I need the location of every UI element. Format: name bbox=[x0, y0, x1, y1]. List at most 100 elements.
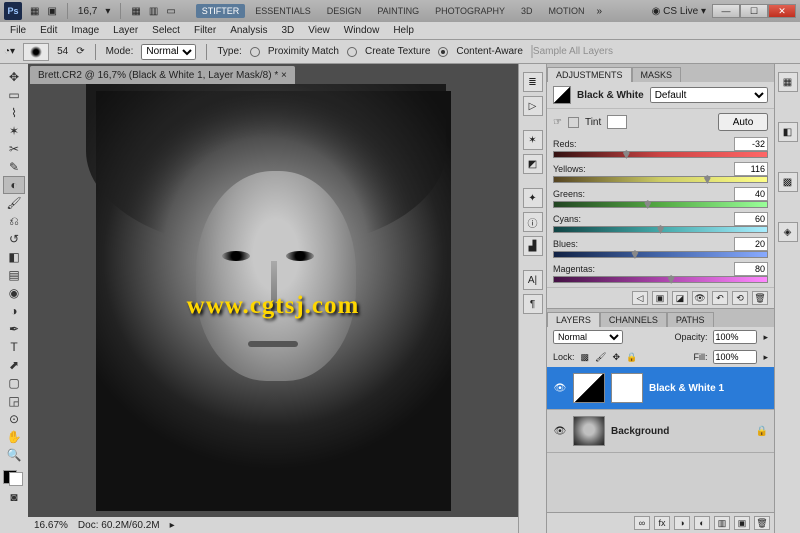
preset-select[interactable]: Default bbox=[650, 87, 768, 103]
zoom-level-field[interactable]: 16,7 bbox=[78, 6, 97, 17]
slider-value-input[interactable] bbox=[734, 162, 768, 176]
slider-track[interactable] bbox=[553, 176, 768, 183]
quick-mask-icon[interactable]: ◙ bbox=[3, 488, 25, 506]
character-panel-icon[interactable]: A| bbox=[523, 270, 543, 290]
move-tool[interactable]: ✥ bbox=[3, 68, 25, 86]
visibility-toggle-icon[interactable]: 👁 bbox=[553, 381, 567, 395]
fill-input[interactable] bbox=[713, 350, 757, 364]
workspace-tab-essentials[interactable]: ESSENTIALS bbox=[249, 4, 317, 18]
layer-style-icon[interactable]: fx bbox=[654, 516, 670, 530]
return-to-list-icon[interactable]: ◁ bbox=[632, 291, 648, 305]
brush-preset-picker[interactable] bbox=[23, 43, 49, 61]
menu-filter[interactable]: Filter bbox=[188, 23, 222, 38]
workspace-more-icon[interactable]: » bbox=[597, 6, 603, 17]
opacity-input[interactable] bbox=[713, 330, 757, 344]
3d-tool[interactable]: ◲ bbox=[3, 392, 25, 410]
brush-tool[interactable]: 🖌 bbox=[3, 194, 25, 212]
color-swatches[interactable] bbox=[3, 466, 25, 488]
lock-pixels-icon[interactable]: 🖌 bbox=[595, 352, 606, 363]
layer-row[interactable]: 👁 Black & White 1 bbox=[547, 367, 774, 410]
clip-to-layer-icon[interactable]: ◪ bbox=[672, 291, 688, 305]
menu-view[interactable]: View bbox=[302, 23, 336, 38]
quick-select-tool[interactable]: ✶ bbox=[3, 122, 25, 140]
zoom-status[interactable]: 16.67% bbox=[34, 520, 68, 531]
gradient-tool[interactable]: ▤ bbox=[3, 266, 25, 284]
targeted-adjust-icon[interactable]: ☞ bbox=[553, 117, 562, 128]
minimize-button[interactable]: — bbox=[712, 4, 740, 18]
slider-track[interactable] bbox=[553, 201, 768, 208]
create-texture-radio[interactable] bbox=[347, 47, 357, 57]
arrange-icon[interactable]: ▥ bbox=[149, 6, 158, 17]
slider-value-input[interactable] bbox=[734, 212, 768, 226]
lock-transparency-icon[interactable]: ▩ bbox=[581, 352, 590, 363]
layer-mask-icon[interactable]: ◑ bbox=[674, 516, 690, 530]
slider-handle[interactable] bbox=[644, 200, 651, 209]
styles-panel-icon[interactable]: ◈ bbox=[778, 222, 798, 242]
color-panel-icon[interactable]: ◧ bbox=[778, 122, 798, 142]
history-panel-icon[interactable]: ≣ bbox=[523, 72, 543, 92]
slider-value-input[interactable] bbox=[734, 187, 768, 201]
marquee-tool[interactable]: ▭ bbox=[3, 86, 25, 104]
mini-bridge-icon[interactable]: ▣ bbox=[47, 6, 56, 17]
paragraph-panel-icon[interactable]: ¶ bbox=[523, 294, 543, 314]
eraser-tool[interactable]: ◧ bbox=[3, 248, 25, 266]
slider-handle[interactable] bbox=[668, 275, 675, 284]
slider-track[interactable] bbox=[553, 276, 768, 283]
screen-mode-icon[interactable]: ▭ bbox=[166, 6, 175, 17]
menu-file[interactable]: File bbox=[4, 23, 32, 38]
3d-camera-tool[interactable]: ⊙ bbox=[3, 410, 25, 428]
new-layer-icon[interactable]: ▣ bbox=[734, 516, 750, 530]
delete-layer-icon[interactable]: 🗑 bbox=[754, 516, 770, 530]
tint-checkbox[interactable] bbox=[568, 117, 579, 128]
brush-panel-icon[interactable]: ⟳ bbox=[76, 46, 84, 57]
workspace-tab-stifter[interactable]: STIFTER bbox=[196, 4, 246, 18]
hand-tool[interactable]: ✋ bbox=[3, 428, 25, 446]
lock-position-icon[interactable]: ✥ bbox=[612, 352, 620, 363]
workspace-tab-3d[interactable]: 3D bbox=[515, 4, 539, 18]
slider-track[interactable] bbox=[553, 226, 768, 233]
cs-live-button[interactable]: ◉ CS Live ▾ bbox=[652, 6, 706, 17]
toggle-visibility-icon[interactable]: 👁 bbox=[692, 291, 708, 305]
dodge-tool[interactable]: ◑ bbox=[3, 302, 25, 320]
navigator-panel-icon[interactable]: ✦ bbox=[523, 188, 543, 208]
auto-button[interactable]: Auto bbox=[718, 113, 768, 131]
workspace-tab-motion[interactable]: MOTION bbox=[543, 4, 591, 18]
slider-handle[interactable] bbox=[631, 250, 638, 259]
eyedropper-tool[interactable]: ✎ bbox=[3, 158, 25, 176]
actions-panel-icon[interactable]: ▷ bbox=[523, 96, 543, 116]
brush-presets-panel-icon[interactable]: ✶ bbox=[523, 130, 543, 150]
menu-edit[interactable]: Edit bbox=[34, 23, 63, 38]
shape-tool[interactable]: ▢ bbox=[3, 374, 25, 392]
blur-tool[interactable]: ◉ bbox=[3, 284, 25, 302]
lasso-tool[interactable]: ⌇ bbox=[3, 104, 25, 122]
close-tab-icon[interactable]: × bbox=[281, 70, 287, 81]
slider-value-input[interactable] bbox=[734, 237, 768, 251]
document-tab[interactable]: Brett.CR2 @ 16,7% (Black & White 1, Laye… bbox=[30, 66, 295, 84]
histogram-panel-icon[interactable]: ▟ bbox=[523, 236, 543, 256]
menu-layer[interactable]: Layer bbox=[107, 23, 144, 38]
menu-image[interactable]: Image bbox=[65, 23, 105, 38]
slider-track[interactable] bbox=[553, 251, 768, 258]
slider-value-input[interactable] bbox=[734, 262, 768, 276]
tool-preset-icon[interactable]: ◔▾ bbox=[4, 46, 15, 57]
mini-bridge-panel-icon[interactable]: ▦ bbox=[778, 72, 798, 92]
view-extras-icon[interactable]: ▦ bbox=[131, 6, 140, 17]
slider-handle[interactable] bbox=[704, 175, 711, 184]
workspace-tab-painting[interactable]: PAINTING bbox=[371, 4, 425, 18]
visibility-toggle-icon[interactable]: 👁 bbox=[553, 424, 567, 438]
menu-3d[interactable]: 3D bbox=[275, 23, 300, 38]
path-select-tool[interactable]: ⬈ bbox=[3, 356, 25, 374]
layer-row[interactable]: 👁 Background 🔒 bbox=[547, 410, 774, 453]
layer-name[interactable]: Black & White 1 bbox=[649, 383, 724, 394]
menu-analysis[interactable]: Analysis bbox=[224, 23, 273, 38]
menu-help[interactable]: Help bbox=[387, 23, 420, 38]
content-aware-radio[interactable] bbox=[438, 47, 448, 57]
swatches-panel-icon[interactable]: ▩ bbox=[778, 172, 798, 192]
zoom-tool[interactable]: 🔍 bbox=[3, 446, 25, 464]
link-layers-icon[interactable]: ∞ bbox=[634, 516, 650, 530]
close-button[interactable]: ✕ bbox=[768, 4, 796, 18]
adjustments-tab[interactable]: ADJUSTMENTS bbox=[547, 67, 632, 82]
workspace-tab-photography[interactable]: PHOTOGRAPHY bbox=[429, 4, 511, 18]
slider-track[interactable] bbox=[553, 151, 768, 158]
expand-view-icon[interactable]: ▣ bbox=[652, 291, 668, 305]
